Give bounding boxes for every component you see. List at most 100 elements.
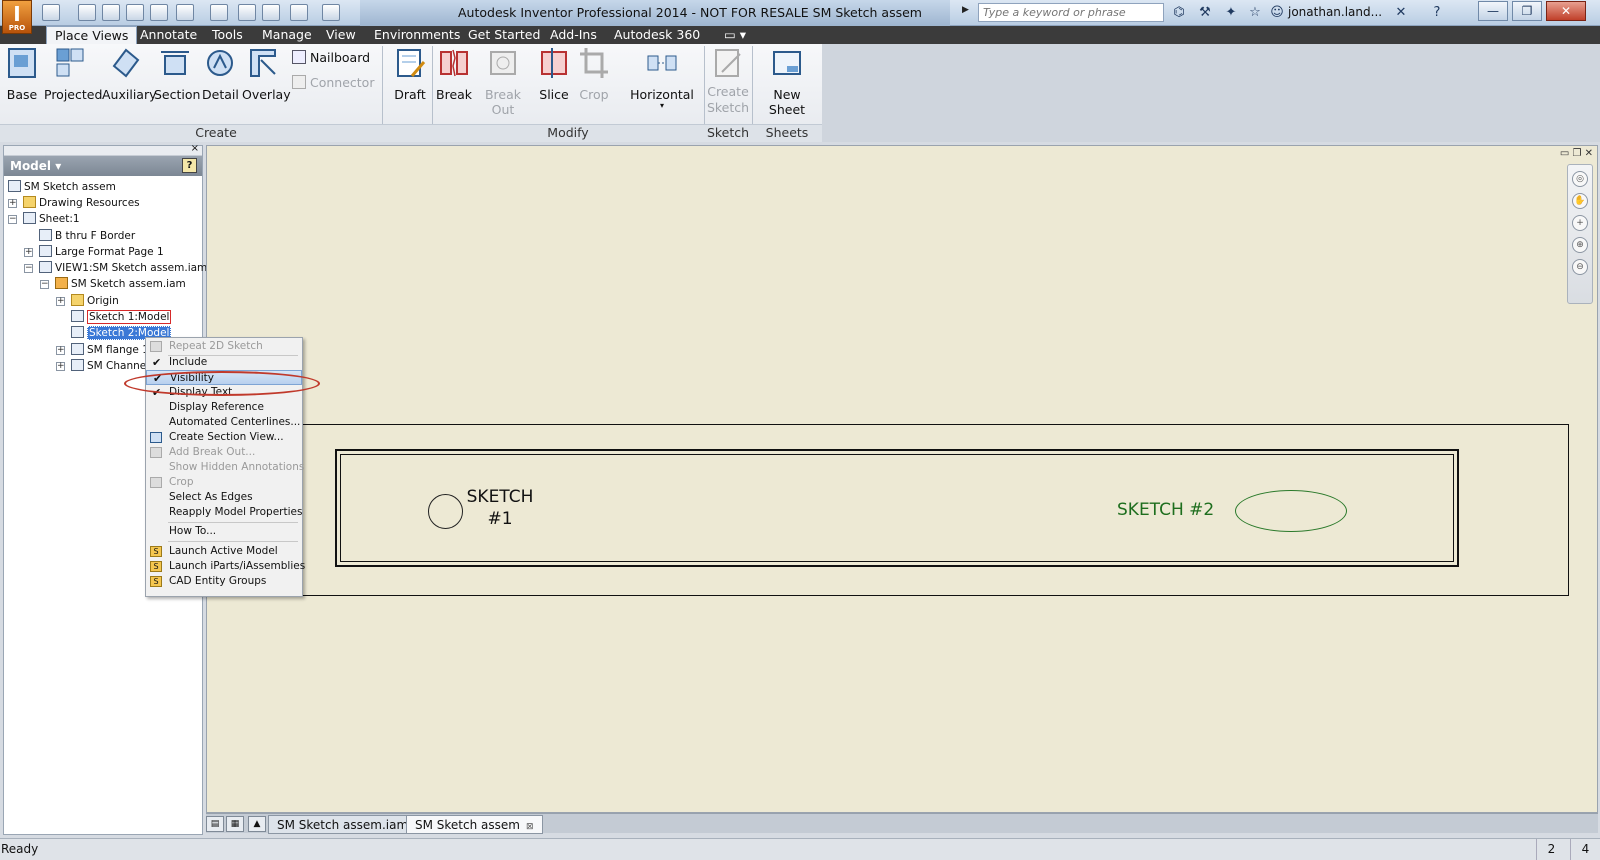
break-out-button[interactable]: Break Out [474,46,532,117]
tree-item-sm-channel[interactable]: SM Channel [71,358,149,374]
cascade-windows-icon[interactable]: ▤ [206,816,224,832]
sketch1-text[interactable]: SKETCH #1 [465,486,535,530]
close-window-button[interactable]: ✕ [1546,1,1586,21]
inventor-logo-icon[interactable]: I PRO [2,0,32,34]
tree-item-view1[interactable]: VIEW1:SM Sketch assem.iam [39,260,207,276]
tab-get-started[interactable]: Get Started [460,26,548,44]
draft-view-button[interactable]: Draft [390,46,430,102]
binoculars-icon[interactable]: ⌬ [1170,4,1188,22]
tree-item-border[interactable]: B thru F Border [39,228,135,244]
expand-plus-icon[interactable]: + [56,346,65,355]
slice-button[interactable]: Slice [536,46,572,102]
detail-view-button[interactable]: Detail [202,46,239,102]
browser-help-icon[interactable]: ? [182,158,197,173]
create-sketch-button[interactable]: Create Sketch [706,46,750,116]
tree-item-sheet[interactable]: Sheet:1 [23,211,80,227]
tree-item-origin[interactable]: Origin [71,293,119,309]
menu-item-launch-iparts[interactable]: S Launch iParts/iAssemblies [146,559,305,574]
menu-item-launch-active-model[interactable]: S Launch Active Model [146,544,302,559]
tile-windows-icon[interactable]: ▦ [226,816,244,832]
redo-icon[interactable] [150,4,168,21]
break-button[interactable]: Break [436,46,472,102]
menu-item-create-section-view[interactable]: Create Section View... [146,430,302,445]
steering-wheel-icon[interactable]: ◎ [1572,171,1588,187]
user-account-label[interactable]: jonathan.land... [1288,5,1382,19]
zoom-all-icon[interactable]: ⊖ [1572,259,1588,275]
new-file-icon[interactable] [42,4,60,21]
exchange-x-icon[interactable]: ✕ [1392,4,1410,22]
collapse-minus-icon[interactable]: − [8,215,17,224]
auxiliary-view-button[interactable]: Auxiliary [102,46,157,102]
open-file-icon[interactable] [78,4,96,21]
tab-annotate[interactable]: Annotate [132,26,205,44]
tree-item-drawing[interactable]: SM Sketch assem [8,179,116,195]
menu-item-add-break-out[interactable]: Add Break Out... [146,445,302,460]
search-input[interactable] [978,3,1164,22]
user-icon[interactable]: ☺ [1268,4,1286,22]
tree-item-sketch1[interactable]: Sketch 1:Model [71,309,172,325]
save-icon[interactable] [102,4,120,21]
expand-plus-icon[interactable]: + [24,248,33,257]
menu-item-repeat-2d-sketch[interactable]: Repeat 2D Sketch [146,339,302,354]
crop-button[interactable]: Crop [576,46,612,102]
pan-hand-icon[interactable]: ✋ [1572,193,1588,209]
browser-title[interactable]: Model ▾ [10,159,61,173]
doc-tab-assembly[interactable]: SM Sketch assem.iam [268,815,418,834]
menu-item-show-hidden-annotations[interactable]: Show Hidden Annotations [146,460,304,475]
ribbon-options-icon[interactable]: ▭ ▾ [716,26,754,44]
menu-item-display-reference[interactable]: Display Reference [146,400,302,415]
return-icon[interactable] [210,4,228,21]
print-icon[interactable] [176,4,194,21]
nailboard-button[interactable]: Nailboard [292,50,370,65]
subscription-icon[interactable]: ✦ [1222,4,1240,22]
menu-item-automated-centerlines[interactable]: Automated Centerlines... [146,415,302,430]
browser-grip[interactable]: × [4,143,202,156]
tools-icon[interactable]: ⚒ [1196,4,1214,22]
undo-icon[interactable] [126,4,144,21]
tab-environments[interactable]: Environments [366,26,468,44]
zoom-all-icon[interactable] [262,4,280,21]
zoom-icon[interactable]: + [1572,215,1588,231]
play-arrow-icon[interactable]: ▶ [962,5,970,19]
sketch2-ellipse[interactable] [1235,490,1347,532]
base-view-button[interactable]: Base [6,46,38,102]
tab-manage[interactable]: Manage [254,26,320,44]
restore-button[interactable]: ❐ [1512,1,1542,21]
overlay-view-button[interactable]: Overlay [242,46,291,102]
sketch2-text[interactable]: SKETCH #2 [1117,500,1214,520]
zoom-window-icon[interactable]: ⊕ [1572,237,1588,253]
browser-close-icon[interactable]: × [191,143,199,154]
favorites-star-icon[interactable]: ☆ [1246,4,1264,22]
tree-item-assembly[interactable]: SM Sketch assem.iam [55,276,186,292]
collapse-minus-icon[interactable]: − [40,280,49,289]
close-tab-icon[interactable]: ⊠ [526,822,534,832]
browser-header[interactable]: Model ▾ ? [4,156,202,176]
update-icon[interactable] [238,4,256,21]
tree-item-drawing-resources[interactable]: Drawing Resources [23,195,140,211]
tree-item-sm-flange[interactable]: SM flange 1 [71,342,149,358]
expand-plus-icon[interactable]: + [56,362,65,371]
tab-add-ins[interactable]: Add-Ins [542,26,605,44]
project-icon[interactable] [290,4,308,21]
section-view-button[interactable]: Section [154,46,200,102]
drawing-canvas[interactable]: ▭ ❐ ✕ ◎ ✋ + ⊕ ⊖ SKETCH #1 SKETCH #2 [206,145,1598,813]
menu-item-reapply-model-properties[interactable]: Reapply Model Properties [146,505,302,520]
tab-tools[interactable]: Tools [204,26,251,44]
doc-tab-drawing[interactable]: SM Sketch assem ⊠ [406,815,543,834]
menu-item-how-to[interactable]: How To... [146,524,302,539]
tab-place-views[interactable]: Place Views [46,26,138,44]
new-sheet-button[interactable]: New Sheet [754,46,820,117]
measure-icon[interactable] [322,4,340,21]
open-documents-icon[interactable]: ▲ [248,816,266,832]
menu-item-crop[interactable]: Crop [146,475,302,490]
menu-item-include[interactable]: ✔ Include [146,355,302,370]
canvas-window-controls[interactable]: ▭ ❐ ✕ [1560,148,1593,159]
tab-view[interactable]: View [318,26,364,44]
expand-plus-icon[interactable]: + [8,199,17,208]
expand-plus-icon[interactable]: + [56,297,65,306]
help-icon[interactable]: ? [1428,4,1446,22]
sketch1-circle[interactable] [428,494,463,529]
collapse-minus-icon[interactable]: − [24,264,33,273]
menu-item-cad-entity-groups[interactable]: S CAD Entity Groups [146,574,302,589]
tab-autodesk-360[interactable]: Autodesk 360 [606,26,708,44]
